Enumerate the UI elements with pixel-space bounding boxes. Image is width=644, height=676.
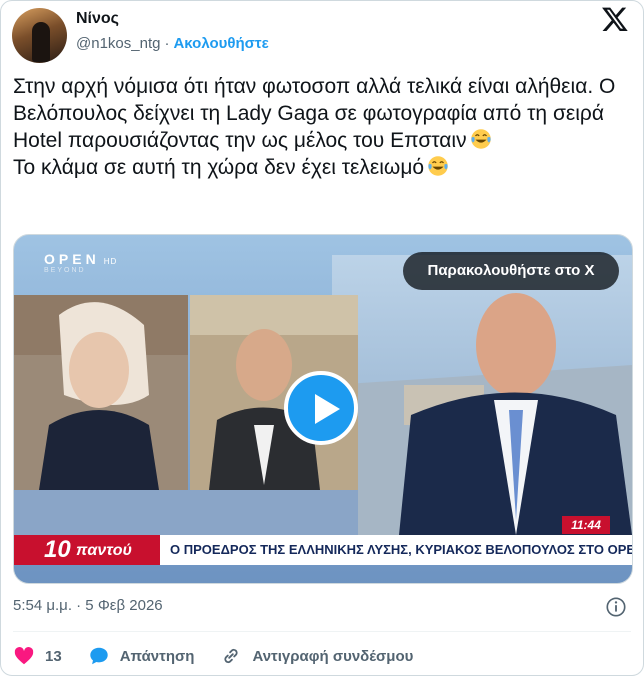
copy-link-label: Αντιγραφή συνδέσμου [252,647,414,665]
follow-button[interactable]: Ακολουθήστε [173,35,268,52]
action-bar: 13 Απάντηση Αντιγραφή συνδέσμου [13,643,439,669]
info-icon[interactable] [605,596,627,618]
tweet-paragraph: Στην αρχή νόμισα ότι ήταν φωτοσοπ αλλά τ… [13,75,616,152]
face-with-tears-of-joy-icon [428,156,448,176]
reply-button[interactable]: Απάντηση [88,645,195,667]
avatar[interactable] [12,8,67,63]
handle-row: @n1kos_ntg · Ακολουθήστε [76,35,269,52]
tweet-paragraph: Το κλάμα σε αυτή τη χώρα δεν έχει τελειω… [13,154,631,181]
watch-on-x-button[interactable]: Παρακολουθήστε στο X [403,252,619,290]
author-handle[interactable]: @n1kos_ntg [76,35,160,52]
link-icon [224,648,239,664]
channel-logo-sub: BEYOND [44,267,86,274]
handle-separator: · [164,35,170,52]
banner-tag: παντού [76,542,132,559]
broadcast-clock: 11:44 [562,516,610,534]
heart-icon [14,647,34,665]
reply-label: Απάντηση [119,647,195,665]
banner-headline: Ο ΠΡΟΕΔΡΟΣ ΤΗΣ ΕΛΛΗΝΙΚΗΣ ΛΥΣΗΣ, ΚΥΡΙΑΚΟΣ… [170,542,633,557]
divider [13,631,631,632]
tweet-text: Στην αρχή νόμισα ότι ήταν φωτοσοπ αλλά τ… [13,73,631,181]
copy-link-button[interactable]: Αντιγραφή συνδέσμου [220,645,413,667]
x-logo-icon[interactable] [601,5,629,33]
like-count: 13 [45,647,62,665]
face-with-tears-of-joy-icon [470,129,491,149]
channel-logo: OPEN HD [44,251,118,267]
play-button[interactable] [284,371,358,445]
author-name[interactable]: Νίνος [76,10,119,28]
banner-number: 10 [44,536,71,563]
like-button[interactable]: 13 [13,645,62,667]
video-player[interactable]: OPEN HD BEYOND Παρακολουθήστε στο X 11:44… [13,234,633,584]
tweet-card: Νίνος @n1kos_ntg · Ακολουθήστε Στην αρχή ν… [0,0,644,676]
reply-bubble-icon [89,647,108,665]
tweet-timestamp[interactable]: 5:54 μ.μ. · 5 Φεβ 2026 [13,597,163,614]
